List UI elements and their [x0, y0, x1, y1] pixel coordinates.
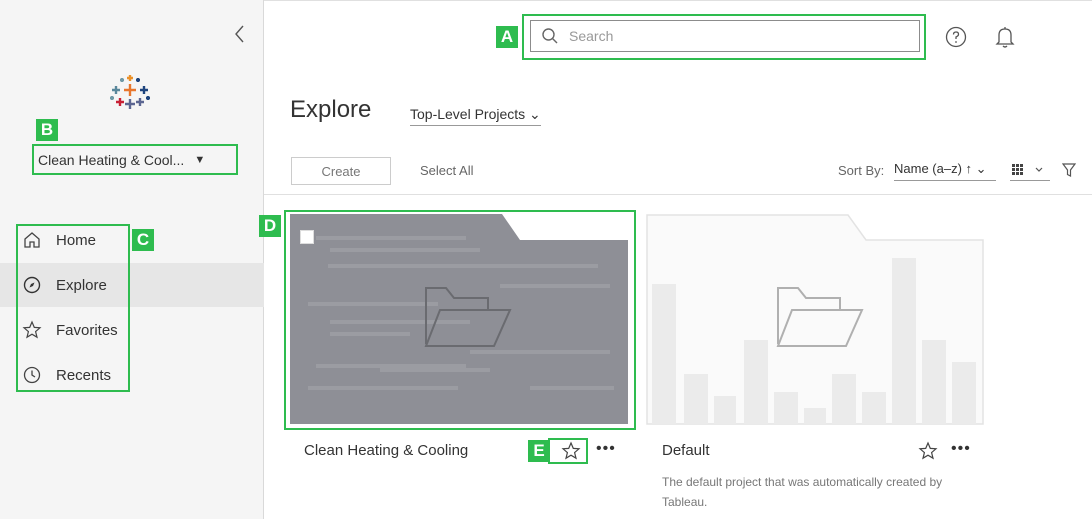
search-placeholder: Search	[569, 28, 614, 44]
help-icon[interactable]	[945, 26, 967, 48]
sort-by-label: Sort By:	[838, 163, 885, 178]
sort-dropdown[interactable]: Name (a–z) ↑ ⌄	[894, 161, 996, 181]
card-title[interactable]: Clean Heating & Cooling	[304, 442, 468, 459]
view-toggle[interactable]	[1010, 161, 1050, 181]
site-selector[interactable]: Clean Heating & Cool... ▼	[32, 144, 238, 175]
tableau-logo[interactable]	[104, 74, 156, 116]
favorite-star-icon[interactable]	[561, 441, 581, 461]
nav-highlight	[16, 224, 130, 392]
site-name: Clean Heating & Cool...	[38, 151, 185, 168]
sidebar: B Clean Heating & Cool... ▼ Home Explore…	[0, 0, 264, 519]
bell-icon[interactable]	[995, 25, 1015, 49]
search-icon	[542, 28, 558, 44]
card-highlight	[284, 210, 636, 430]
filter-icon[interactable]	[1062, 163, 1076, 177]
favorite-star-icon[interactable]	[918, 441, 938, 461]
more-actions-icon[interactable]: •••	[951, 440, 971, 458]
callout-e: E	[528, 440, 550, 462]
header-divider	[264, 194, 1092, 195]
callout-b: B	[36, 119, 58, 141]
grid-view-icon	[1012, 164, 1043, 175]
card-title[interactable]: Default	[662, 442, 710, 459]
page-title: Explore	[290, 96, 372, 123]
create-button[interactable]: Create	[291, 157, 391, 185]
caret-down-icon: ▼	[194, 153, 206, 166]
project-thumbnail[interactable]	[646, 214, 986, 426]
project-filter-dropdown[interactable]: Top-Level Projects ⌄	[410, 106, 541, 126]
collapse-sidebar-icon[interactable]	[232, 24, 248, 44]
callout-d: D	[259, 215, 281, 237]
callout-a: A	[496, 26, 518, 48]
card-description: The default project that was automatical…	[662, 475, 943, 509]
select-all-button[interactable]: Select All	[420, 163, 473, 178]
callout-c: C	[132, 229, 154, 251]
more-actions-icon[interactable]: •••	[596, 440, 616, 458]
search-input[interactable]: Search	[530, 20, 920, 52]
topbar-border	[264, 0, 1092, 1]
